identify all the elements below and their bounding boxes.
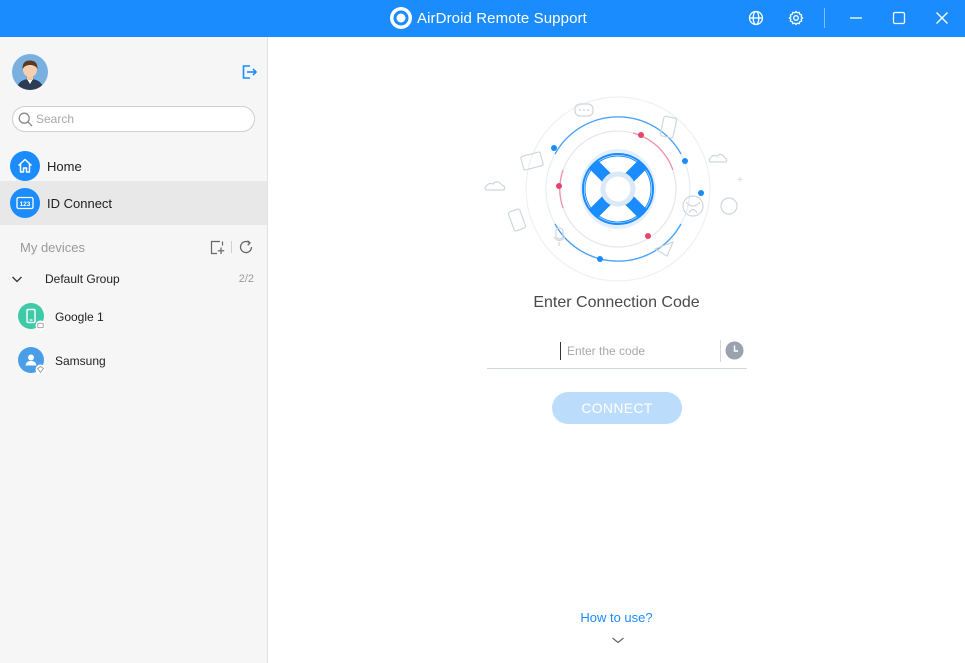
globe-icon[interactable] (746, 8, 766, 28)
connect-button[interactable]: CONNECT (552, 392, 682, 424)
search-input[interactable] (36, 112, 246, 126)
title-bar-divider (824, 8, 825, 28)
gear-icon[interactable] (786, 8, 806, 28)
search-icon (18, 112, 33, 126)
device-item-samsung[interactable]: Samsung (0, 341, 267, 381)
maximize-icon[interactable] (889, 8, 909, 28)
close-icon[interactable] (932, 8, 952, 28)
home-icon (10, 151, 40, 181)
chevron-down-icon[interactable] (11, 273, 23, 285)
svg-text:+: + (737, 175, 743, 186)
add-group-icon[interactable] (209, 239, 225, 255)
id-connect-icon: 123 (10, 188, 40, 218)
main-panel: + Enter Connection Code CONNECT How to u… (268, 37, 965, 663)
code-field-divider (720, 340, 721, 362)
app-title: AirDroid Remote Support (417, 9, 587, 27)
group-count: 2/2 (238, 273, 254, 285)
connection-heading: Enter Connection Code (533, 294, 700, 311)
device-group-row[interactable]: Default Group 2/2 (0, 266, 267, 292)
logout-icon[interactable] (240, 63, 258, 81)
airdroid-logo-icon (390, 7, 412, 29)
refresh-icon[interactable] (238, 239, 254, 255)
code-field (487, 337, 747, 369)
text-caret (560, 342, 561, 360)
device-item-google-1[interactable]: Google 1 (0, 297, 267, 337)
title-wrap: AirDroid Remote Support (389, 6, 587, 30)
device-name: Samsung (55, 354, 106, 368)
sidebar-item-label: ID Connect (47, 195, 113, 211)
svg-text:123: 123 (20, 201, 31, 208)
minimize-icon[interactable] (846, 8, 866, 28)
how-to-use-link[interactable]: How to use? (268, 610, 965, 625)
sidebar-item-label: Home (47, 158, 82, 174)
user-device-icon (18, 347, 46, 375)
android-phone-icon (18, 303, 46, 331)
remote-support-illustration: + (484, 96, 743, 282)
my-devices-label: My devices (20, 240, 86, 255)
sidebar: Home 123 ID Connect My devices Default G… (0, 37, 268, 663)
avatar[interactable] (12, 54, 48, 90)
search-box (12, 106, 255, 132)
section-divider (231, 241, 232, 253)
history-clock-icon[interactable] (725, 341, 744, 360)
title-bar: AirDroid Remote Support (0, 0, 965, 37)
chevron-down-icon[interactable] (611, 635, 625, 645)
sidebar-item-id-connect[interactable]: 123 ID Connect (0, 181, 267, 225)
connection-code-input[interactable] (567, 340, 707, 362)
group-name: Default Group (45, 272, 120, 286)
device-name: Google 1 (55, 310, 104, 324)
